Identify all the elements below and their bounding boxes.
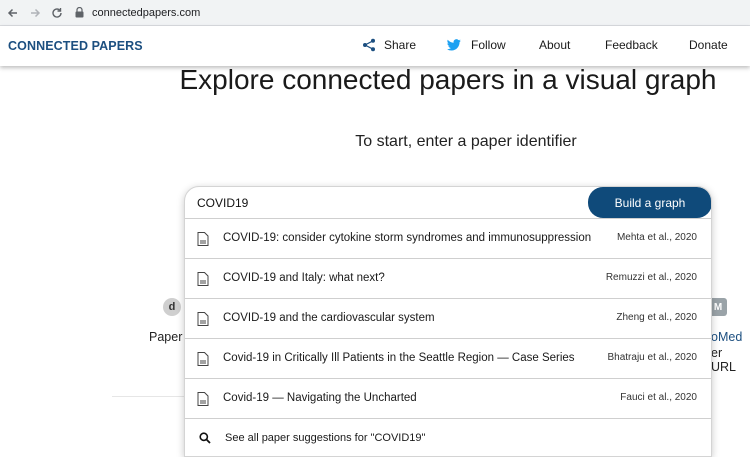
url-text: connectedpapers.com [92,6,201,19]
suggestion-title: Covid-19 in Critically Ill Patients in t… [223,352,575,364]
suggestion-author: Mehta et al., 2020 [616,232,697,243]
suggestion-item[interactable]: COVID-19 and Italy: what next? Remuzzi e… [185,258,711,298]
document-icon [197,352,209,366]
suggestion-item[interactable]: COVID-19: consider cytokine storm syndro… [185,218,711,258]
suggestion-author: Remuzzi et al., 2020 [605,272,697,283]
page-title-text: Explore connected papers in a visual gra… [179,64,717,95]
share-icon [363,38,375,52]
search-input[interactable] [197,193,577,213]
reload-icon[interactable] [46,2,68,24]
suggestion-author: Zheng et al., 2020 [616,312,697,323]
share-label: Share [384,38,417,52]
paper-source-label: Paper [149,330,183,344]
document-icon [197,232,209,246]
address-bar[interactable]: connectedpapers.com [72,6,200,20]
url-source-label: er URL [711,346,737,374]
site-header: CONNECTED PAPERS Share Follow About Feed… [0,26,750,66]
suggestion-author: Fauci et al., 2020 [620,392,697,403]
lock-icon [72,6,86,20]
suggestion-title: COVID-19: consider cytokine storm syndro… [223,232,592,244]
suggestion-author: Bhatraju et al., 2020 [607,352,697,363]
suggestion-title: COVID-19 and Italy: what next? [223,272,385,284]
forward-arrow-icon[interactable] [24,2,46,24]
pubmed-source-link[interactable]: oMed [711,330,742,344]
follow-button[interactable]: Follow [447,38,506,52]
browser-toolbar: connectedpapers.com [0,0,750,26]
see-all-suggestions[interactable]: See all paper suggestions for "COVID19" [185,418,711,456]
back-arrow-icon[interactable] [2,2,24,24]
suggestion-item[interactable]: Covid-19 — Navigating the Uncharted Fauc… [185,378,711,418]
suggestion-list: COVID-19: consider cytokine storm syndro… [185,218,711,456]
document-icon [197,272,209,286]
suggestion-title: COVID-19 and the cardiovascular system [223,312,435,324]
suggestion-title: Covid-19 — Navigating the Uncharted [223,392,417,404]
about-link[interactable]: About [539,38,570,52]
page-title: Explore connected papers in a visual gra… [0,64,750,96]
feedback-link[interactable]: Feedback [605,38,658,52]
site-logo[interactable]: CONNECTED PAPERS [8,39,143,53]
document-icon [197,312,209,326]
page-subtitle: To start, enter a paper identifier [355,133,577,150]
search-panel: Build a graph COVID-19: consider cytokin… [184,186,712,457]
see-all-label: See all paper suggestions for "COVID19" [225,432,426,444]
suggestion-item[interactable]: Covid-19 in Critically Ill Patients in t… [185,338,711,378]
share-button[interactable]: Share [362,38,416,52]
suggestion-item[interactable]: COVID-19 and the cardiovascular system Z… [185,298,711,338]
twitter-icon [447,39,461,51]
donate-link[interactable]: Donate [689,38,728,52]
follow-label: Follow [471,38,506,52]
search-row: Build a graph [185,187,711,218]
search-icon [199,432,211,444]
document-icon [197,392,209,406]
build-graph-button[interactable]: Build a graph [588,187,711,218]
paper-source-icon: d [163,298,181,316]
